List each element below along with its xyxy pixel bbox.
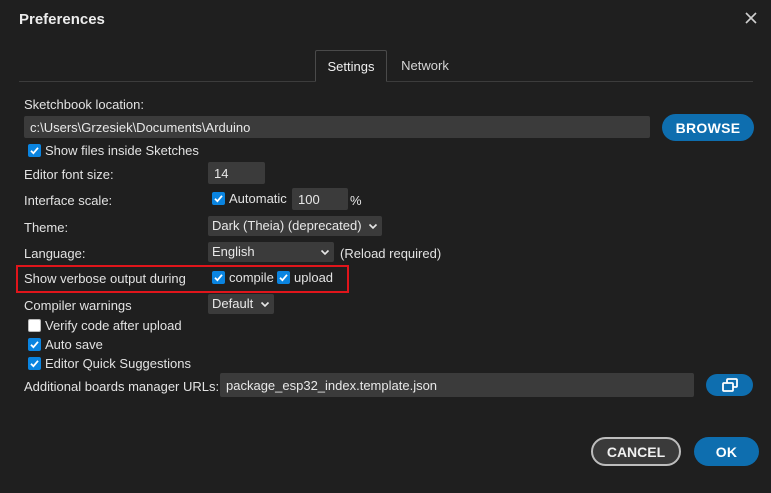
boards-urls-input[interactable]: [220, 373, 694, 397]
verbose-upload-row[interactable]: upload: [277, 270, 333, 285]
language-select[interactable]: English: [208, 242, 334, 262]
show-files-row[interactable]: Show files inside Sketches: [28, 143, 199, 158]
open-window-icon: [721, 378, 738, 392]
sketchbook-location-label: Sketchbook location:: [24, 97, 144, 112]
font-size-input[interactable]: [208, 162, 265, 184]
dialog-title: Preferences: [19, 11, 105, 28]
scale-unit: %: [350, 193, 362, 208]
compiler-warnings-select[interactable]: Default: [208, 294, 274, 314]
chevron-down-icon: [260, 301, 270, 308]
sketchbook-location-input[interactable]: [24, 116, 650, 138]
compiler-warnings-label: Compiler warnings: [24, 298, 132, 313]
quick-suggestions-label: Editor Quick Suggestions: [45, 356, 191, 371]
upload-label: upload: [294, 270, 334, 285]
chevron-down-icon: [320, 249, 330, 256]
quick-suggestions-row[interactable]: Editor Quick Suggestions: [28, 356, 191, 371]
verbose-label: Show verbose output during: [24, 271, 186, 286]
check-icon[interactable]: [277, 271, 290, 284]
auto-save-row[interactable]: Auto save: [28, 337, 103, 352]
tab-settings[interactable]: Settings: [315, 50, 387, 82]
check-icon[interactable]: [28, 144, 41, 157]
theme-value: Dark (Theia) (deprecated): [212, 218, 362, 233]
browse-button[interactable]: BROWSE: [662, 114, 754, 141]
interface-scale-label: Interface scale:: [24, 193, 113, 208]
verify-code-row[interactable]: Verify code after upload: [28, 318, 182, 333]
verify-code-label: Verify code after upload: [45, 318, 182, 333]
check-icon[interactable]: [28, 357, 41, 370]
ok-button[interactable]: OK: [694, 437, 759, 466]
verbose-compile-row[interactable]: compile: [212, 270, 274, 285]
check-icon[interactable]: [212, 271, 225, 284]
edit-urls-button[interactable]: [706, 374, 753, 396]
check-icon[interactable]: [28, 338, 41, 351]
chevron-down-icon: [368, 223, 378, 230]
tab-network[interactable]: Network: [391, 50, 459, 82]
checkbox-empty-icon[interactable]: [28, 319, 41, 332]
auto-save-label: Auto save: [45, 337, 103, 352]
language-value: English: [212, 244, 255, 259]
close-icon[interactable]: [742, 9, 760, 27]
show-files-label: Show files inside Sketches: [45, 143, 199, 158]
reload-note: (Reload required): [340, 246, 442, 261]
compile-label: compile: [229, 270, 274, 285]
theme-label: Theme:: [24, 220, 69, 235]
compiler-warnings-value: Default: [212, 296, 254, 311]
language-label: Language:: [24, 246, 86, 261]
automatic-label: Automatic: [229, 191, 287, 206]
automatic-scale-row[interactable]: Automatic: [212, 191, 287, 206]
check-icon[interactable]: [212, 192, 225, 205]
font-size-label: Editor font size:: [24, 167, 114, 182]
cancel-button[interactable]: CANCEL: [591, 437, 681, 466]
boards-urls-label: Additional boards manager URLs:: [24, 379, 220, 394]
interface-scale-input[interactable]: [292, 188, 348, 210]
theme-select[interactable]: Dark (Theia) (deprecated): [208, 216, 382, 236]
